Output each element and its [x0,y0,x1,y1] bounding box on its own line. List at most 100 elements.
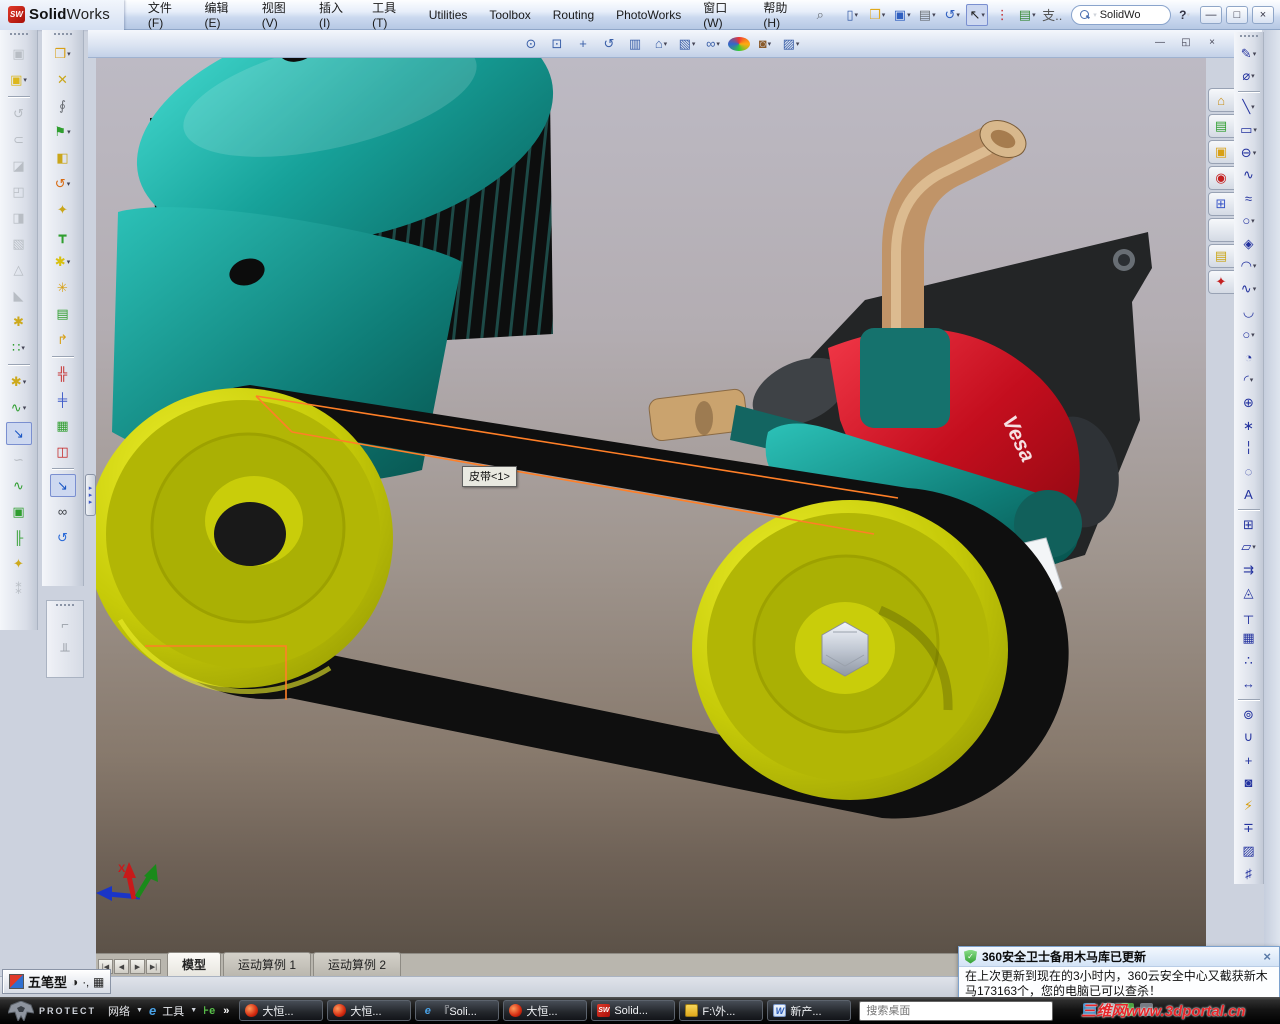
task-daheng-1[interactable]: 大恒... [239,1000,324,1021]
task-solidworks[interactable]: SW Solid... [591,1000,676,1021]
minimize-button[interactable]: — [1200,5,1222,24]
soft-keyboard-icon[interactable]: ▦ [93,975,104,989]
help-dropdown-icon[interactable]: ▾ [1186,11,1190,19]
corner-rectangle-icon[interactable]: ▭ [1236,120,1262,140]
menu-edit[interactable]: 编辑(E) [195,0,250,34]
ime-mode-label[interactable]: 五笔型 [28,972,67,991]
attachment-icon[interactable]: ∮ [50,94,76,117]
quick-launch-overflow-icon[interactable]: » [223,1005,229,1017]
toolbar-grip[interactable] [53,33,72,37]
grid-pattern-icon[interactable]: ▦ [1236,629,1262,649]
net-menu[interactable]: 网络 [108,1003,130,1019]
net-caret-icon[interactable]: ▼ [136,1007,143,1014]
width-mate-icon[interactable]: ╟ [6,526,32,549]
ie-quick-icon[interactable]: e [149,1003,156,1018]
wrench-icon[interactable]: ✦ [6,552,32,575]
tab-motion-study-1[interactable]: 运动算例 1 [223,952,312,976]
hide-show-items-icon[interactable]: ∞ [702,33,724,55]
spline-icon[interactable]: ∿ [1236,279,1262,299]
ellipse-icon[interactable]: ○ [1236,325,1262,345]
task-word-doc[interactable]: W 新产... [767,1000,852,1021]
gear-mate-icon[interactable]: ✳ [50,276,76,299]
menu-insert[interactable]: 插入(I) [309,0,360,34]
zoom-area-icon[interactable]: ⊡ [546,33,568,55]
smart-dimension-icon[interactable]: ⌀ [1236,66,1262,86]
partial-ellipse-icon[interactable]: ◔ [1236,348,1262,368]
menu-utilities[interactable]: Utilities [419,4,478,26]
start-button[interactable]: PROTECT [0,997,104,1024]
no-external-ref-icon[interactable]: ✕ [50,68,76,91]
mirror-components-icon[interactable]: ◨ [6,206,32,229]
smart-mate-icon[interactable]: ✱ [6,370,32,393]
linear-pattern-icon[interactable]: ┬ [1236,606,1262,626]
move-component-icon[interactable]: ↱ [50,328,76,351]
rotate-view-icon[interactable]: ↺ [598,33,620,55]
move-entities-icon[interactable]: ↔ [1236,674,1262,694]
point-hex-icon[interactable]: ⊕ [1236,393,1262,413]
extrude-icon[interactable]: ▧ [6,232,32,255]
lights-icon[interactable]: ⋮ [991,4,1013,26]
notification-close-icon[interactable]: × [1260,949,1274,964]
ime-icon[interactable] [9,974,24,989]
smart-fastener-icon[interactable]: ✱ [6,310,32,333]
fillet-sketch-icon[interactable]: ◜ [1236,370,1262,390]
search-dropdown-icon[interactable]: ▾ [1093,11,1097,19]
solidworks-search[interactable]: ▾ [1071,4,1172,25]
belt-chain-icon[interactable]: ∞ [50,500,76,523]
mirror-entities-icon[interactable]: ◬ [1236,583,1262,603]
spline-on-surface-icon[interactable]: ≈ [1236,188,1262,208]
menu-file[interactable]: 文件(F) [138,0,193,34]
convert-entities-icon[interactable]: ⊞ [1236,515,1262,535]
print-icon[interactable]: ▤ [916,4,938,26]
rotate-component-icon[interactable]: ↺ [50,172,76,195]
mate-icon[interactable]: ⊂ [6,128,32,151]
quick-snaps-icon[interactable]: ⚡ [1236,796,1262,816]
zoom-fit-icon[interactable]: ⊙ [520,33,542,55]
tab-scroll-next[interactable]: ▶ [130,959,145,974]
move-with-triad-icon[interactable]: ✦ [50,198,76,221]
circle-icon[interactable]: ○ [1236,211,1262,231]
desktop-search-input[interactable] [860,1004,1053,1017]
custom-properties-icon[interactable]: ▤ [1207,244,1234,268]
fullwidth-toggle-icon[interactable]: ◑ [71,975,78,989]
shell-icon[interactable]: ◰ [6,180,32,203]
assembly-stack-icon[interactable]: ▦ [50,414,76,437]
tangent-arc-icon[interactable]: ◡ [1236,302,1262,322]
task-ie-soli[interactable]: e 『Soli... [415,1000,500,1021]
document-recovery-icon[interactable]: ✦ [1207,270,1234,294]
sketch-icon[interactable]: ✎ [1236,44,1262,64]
instant3d-icon[interactable]: ↘ [49,474,76,497]
configuration-flags-icon[interactable]: ⚑ [50,120,76,143]
slot-circle-icon[interactable]: ⊚ [1236,705,1262,725]
appearance-icon[interactable]: ● [728,36,750,51]
tools-caret-icon[interactable]: ▼ [190,1007,197,1014]
smart-fasteners-icon[interactable]: ✱ [50,250,76,273]
circle-in-box-icon[interactable]: ◙ [1236,773,1262,793]
edit-part-icon[interactable]: ▣ [6,42,32,65]
snapshot-icon[interactable]: ◧ [50,146,76,169]
crosshatch-icon[interactable]: ▨ [1236,841,1262,861]
toolbar-grip[interactable] [9,33,28,37]
menu-view[interactable]: 视图(V) [252,0,307,34]
truncated-tool-icon[interactable]: 支.. [1041,4,1063,26]
select-arrow-icon[interactable]: ↖ [966,3,989,26]
text-icon[interactable]: A [1236,484,1262,504]
save-icon[interactable]: ▣ [891,4,913,26]
insert-component-icon[interactable]: ▣ [6,68,32,91]
pan-icon[interactable]: + [572,33,594,55]
task-daheng-2[interactable]: 大恒... [327,1000,412,1021]
pin-search-icon[interactable]: ⌕ [809,4,831,26]
ime-language-bar[interactable]: 五笔型 ◑ ·‚ ▦ [2,969,112,994]
toolbar-grip[interactable] [1239,35,1258,39]
camera-view-icon[interactable]: ▨ [780,33,802,55]
revolve-icon[interactable]: △ [6,258,32,281]
sketch-grid-icon[interactable]: ♯ [1236,864,1262,884]
add-sketch-icon[interactable]: + [1236,750,1262,770]
plus-minus-icon[interactable]: ∓ [1236,819,1262,839]
tools-menu[interactable]: 工具 [162,1003,184,1019]
file-explorer-icon[interactable]: ▣ [1207,140,1234,164]
maximize-button[interactable]: □ [1226,5,1248,24]
freeform-spline-icon[interactable]: ∿ [1236,165,1262,185]
right-pulley[interactable] [692,500,1008,800]
help-button[interactable]: ? [1179,8,1186,22]
